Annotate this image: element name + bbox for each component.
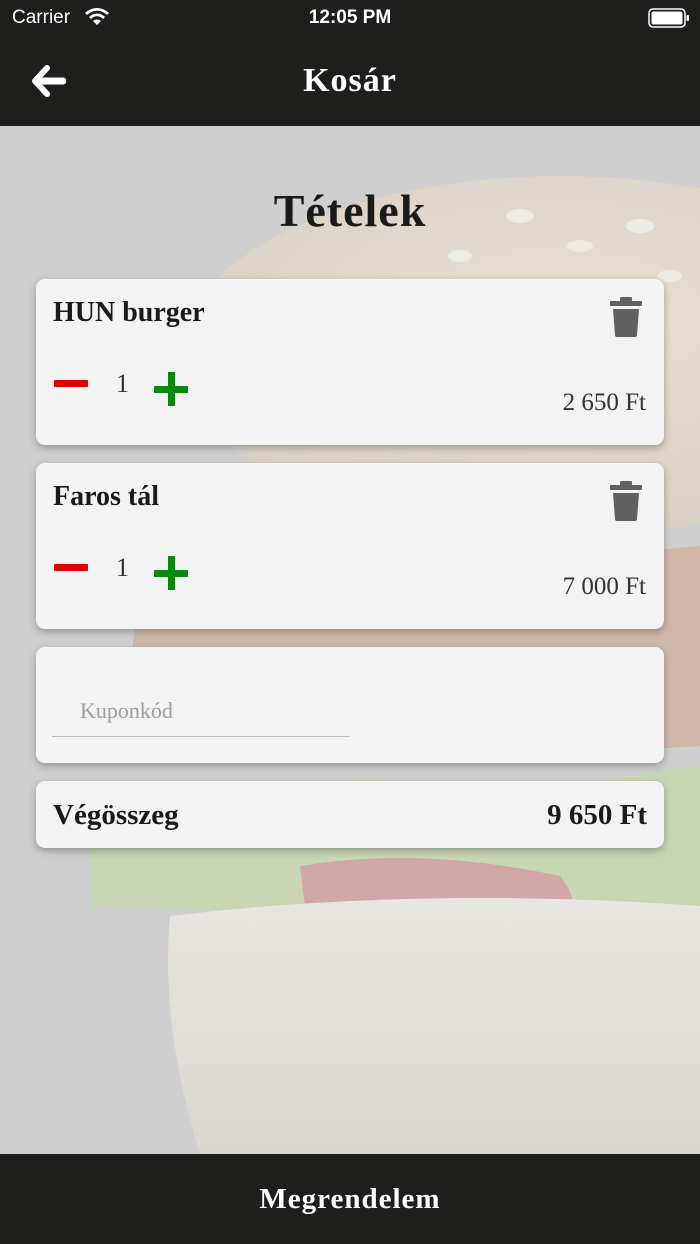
increase-quantity-button[interactable] xyxy=(154,556,190,592)
decrease-quantity-button[interactable] xyxy=(54,559,88,577)
item-name: Faros tál xyxy=(53,481,160,512)
delete-item-button[interactable] xyxy=(610,297,642,337)
total-card: Végösszeg 9 650 Ft xyxy=(36,781,664,848)
order-button[interactable]: Megrendelem xyxy=(0,1154,700,1244)
item-quantity: 1 xyxy=(116,369,129,398)
decrease-quantity-button[interactable] xyxy=(54,375,88,393)
trash-icon xyxy=(610,481,642,521)
coupon-card xyxy=(36,647,664,763)
nav-bar: Kosár xyxy=(0,36,700,126)
increase-quantity-button[interactable] xyxy=(154,372,190,408)
cart-item-card: Faros tál 1 7 000 Ft xyxy=(36,463,664,629)
item-price: 2 650 Ft xyxy=(562,389,646,416)
item-price: 7 000 Ft xyxy=(562,573,646,600)
total-value: 9 650 Ft xyxy=(547,799,647,831)
battery-icon xyxy=(648,8,690,33)
page-title: Kosár xyxy=(303,62,397,99)
cart-content: Tételek HUN burger 1 2 650 Ft Faros tál … xyxy=(0,126,700,1154)
clock: 12:05 PM xyxy=(308,7,392,28)
total-label: Végösszeg xyxy=(53,799,179,831)
trash-icon xyxy=(610,297,642,337)
cart-item-card: HUN burger 1 2 650 Ft xyxy=(36,279,664,445)
item-quantity: 1 xyxy=(116,553,129,582)
delete-item-button[interactable] xyxy=(610,481,642,521)
item-name: HUN burger xyxy=(53,297,205,328)
status-bar: Carrier 12:05 PM xyxy=(0,0,700,36)
coupon-input[interactable] xyxy=(52,685,350,737)
section-title: Tételek xyxy=(273,185,427,236)
